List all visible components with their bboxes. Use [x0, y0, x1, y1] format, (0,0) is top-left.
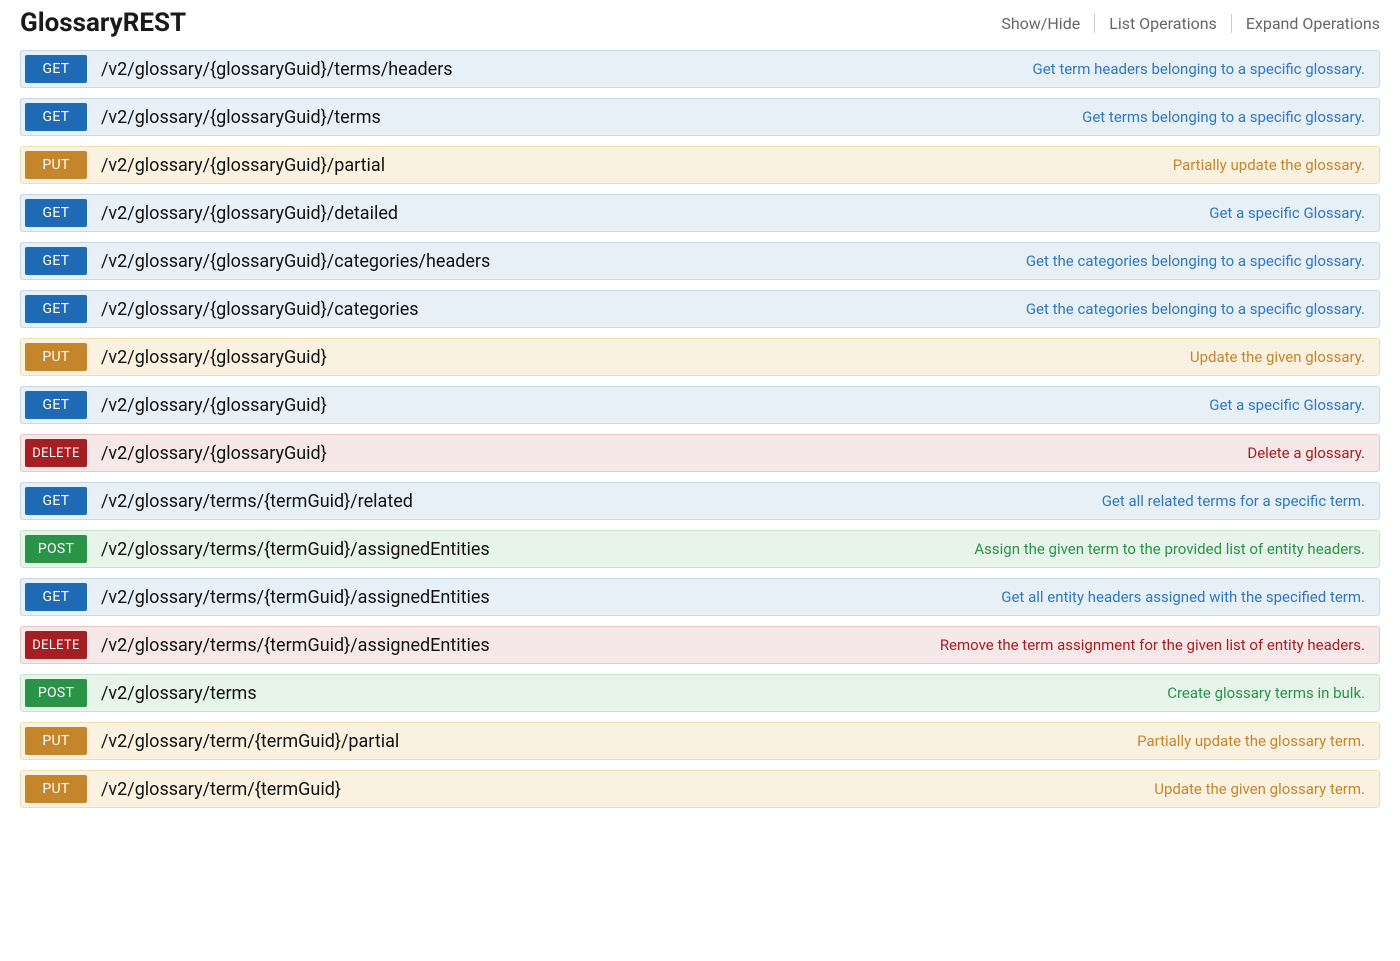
operation-row[interactable]: GET/v2/glossary/{glossaryGuid}/categorie…: [20, 290, 1380, 328]
method-badge[interactable]: GET: [25, 295, 87, 323]
list-operations-link[interactable]: List Operations: [1095, 14, 1232, 33]
operation-description[interactable]: Assign the given term to the provided li…: [974, 540, 1379, 558]
operation-description[interactable]: Create glossary terms in bulk.: [1167, 684, 1379, 702]
method-badge[interactable]: GET: [25, 391, 87, 419]
operation-row[interactable]: GET/v2/glossary/{glossaryGuid} Get a spec…: [20, 386, 1380, 424]
method-badge[interactable]: PUT: [25, 775, 87, 803]
expand-operations-link[interactable]: Expand Operations: [1232, 14, 1380, 33]
method-badge[interactable]: GET: [25, 487, 87, 515]
operation-row[interactable]: GET/v2/glossary/terms/{termGuid}/assigne…: [20, 578, 1380, 616]
resource-title[interactable]: GlossaryREST: [20, 8, 186, 38]
operation-row[interactable]: DELETE/v2/glossary/{glossaryGuid} Delete …: [20, 434, 1380, 472]
operation-description[interactable]: Get the categories belonging to a specif…: [1026, 252, 1379, 270]
operation-path[interactable]: /v2/glossary/{glossaryGuid}/detailed: [87, 203, 398, 224]
header-actions: Show/Hide List Operations Expand Operati…: [987, 14, 1380, 33]
method-badge[interactable]: GET: [25, 247, 87, 275]
method-badge[interactable]: DELETE: [25, 631, 87, 659]
operation-row[interactable]: GET/v2/glossary/{glossaryGuid}/categorie…: [20, 242, 1380, 280]
operation-row[interactable]: GET/v2/glossary/terms/{termGuid}/related…: [20, 482, 1380, 520]
operation-description[interactable]: Get terms belonging to a specific glossa…: [1082, 108, 1379, 126]
show-hide-link[interactable]: Show/Hide: [987, 14, 1095, 33]
operation-path[interactable]: /v2/glossary/{glossaryGuid}/categories/h…: [87, 251, 490, 272]
operation-description[interactable]: Get the categories belonging to a specif…: [1026, 300, 1379, 318]
operation-description[interactable]: Get a specific Glossary.: [1209, 396, 1379, 414]
operation-row[interactable]: PUT/v2/glossary/term/{termGuid} Update th…: [20, 770, 1380, 808]
operation-path[interactable]: /v2/glossary/{glossaryGuid}/terms: [87, 107, 381, 128]
method-badge[interactable]: GET: [25, 55, 87, 83]
operation-path[interactable]: /v2/glossary/{glossaryGuid}/categories: [87, 299, 419, 320]
method-badge[interactable]: GET: [25, 583, 87, 611]
operation-path[interactable]: /v2/glossary/terms: [87, 683, 257, 704]
operation-path[interactable]: /v2/glossary/{glossaryGuid}: [87, 443, 327, 464]
method-badge[interactable]: PUT: [25, 343, 87, 371]
operation-description[interactable]: Update the given glossary.: [1190, 348, 1379, 366]
operation-description[interactable]: Partially update the glossary term.: [1137, 732, 1379, 750]
operation-description[interactable]: Get all related terms for a specific ter…: [1102, 492, 1379, 510]
operation-path[interactable]: /v2/glossary/term/{termGuid}: [87, 779, 341, 800]
method-badge[interactable]: GET: [25, 199, 87, 227]
operations-list: GET/v2/glossary/{glossaryGuid}/terms/hea…: [20, 50, 1380, 808]
method-badge[interactable]: GET: [25, 103, 87, 131]
operation-path[interactable]: /v2/glossary/{glossaryGuid}: [87, 395, 327, 416]
operation-row[interactable]: PUT/v2/glossary/{glossaryGuid} Update the…: [20, 338, 1380, 376]
operation-description[interactable]: Get a specific Glossary.: [1209, 204, 1379, 222]
operation-path[interactable]: /v2/glossary/terms/{termGuid}/assignedEn…: [87, 635, 490, 656]
method-badge[interactable]: POST: [25, 535, 87, 563]
method-badge[interactable]: POST: [25, 679, 87, 707]
operation-path[interactable]: /v2/glossary/terms/{termGuid}/assignedEn…: [87, 539, 490, 560]
resource-header: GlossaryREST Show/Hide List Operations E…: [20, 8, 1380, 38]
operation-path[interactable]: /v2/glossary/terms/{termGuid}/related: [87, 491, 413, 512]
operation-description[interactable]: Delete a glossary.: [1247, 444, 1379, 462]
operation-path[interactable]: /v2/glossary/terms/{termGuid}/assignedEn…: [87, 587, 490, 608]
operation-row[interactable]: POST/v2/glossary/terms/{termGuid}/assign…: [20, 530, 1380, 568]
operation-row[interactable]: PUT/v2/glossary/term/{termGuid}/partial P…: [20, 722, 1380, 760]
operation-description[interactable]: Update the given glossary term.: [1154, 780, 1379, 798]
operation-path[interactable]: /v2/glossary/{glossaryGuid}/partial: [87, 155, 385, 176]
operation-row[interactable]: GET/v2/glossary/{glossaryGuid}/detailed G…: [20, 194, 1380, 232]
method-badge[interactable]: DELETE: [25, 439, 87, 467]
operation-row[interactable]: PUT/v2/glossary/{glossaryGuid}/partial Pa…: [20, 146, 1380, 184]
operation-row[interactable]: POST/v2/glossary/terms Create glossary te…: [20, 674, 1380, 712]
operation-description[interactable]: Get all entity headers assigned with the…: [1001, 588, 1379, 606]
operation-path[interactable]: /v2/glossary/{glossaryGuid}/terms/header…: [87, 59, 453, 80]
operation-path[interactable]: /v2/glossary/term/{termGuid}/partial: [87, 731, 399, 752]
operation-path[interactable]: /v2/glossary/{glossaryGuid}: [87, 347, 327, 368]
operation-description[interactable]: Get term headers belonging to a specific…: [1033, 60, 1379, 78]
operation-row[interactable]: GET/v2/glossary/{glossaryGuid}/terms Get …: [20, 98, 1380, 136]
operation-description[interactable]: Remove the term assignment for the given…: [940, 636, 1379, 654]
operation-description[interactable]: Partially update the glossary.: [1173, 156, 1379, 174]
operation-row[interactable]: GET/v2/glossary/{glossaryGuid}/terms/hea…: [20, 50, 1380, 88]
method-badge[interactable]: PUT: [25, 151, 87, 179]
method-badge[interactable]: PUT: [25, 727, 87, 755]
operation-row[interactable]: DELETE/v2/glossary/terms/{termGuid}/assi…: [20, 626, 1380, 664]
